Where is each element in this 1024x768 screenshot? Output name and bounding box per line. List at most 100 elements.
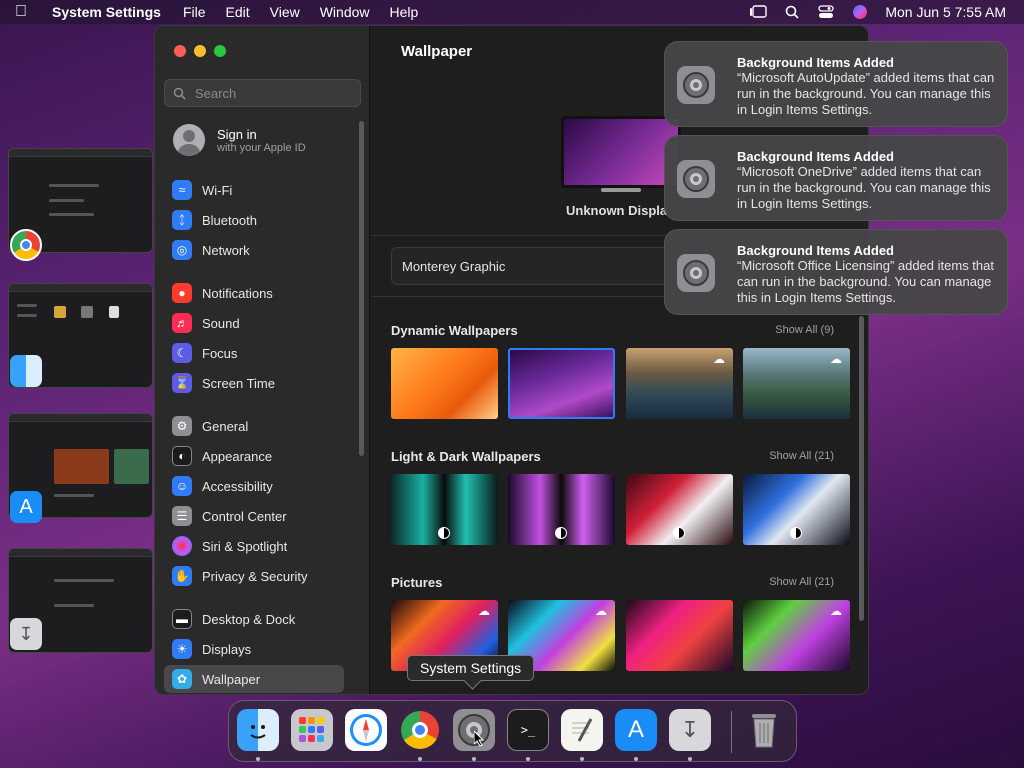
sidebar-item-accessibility[interactable]: ☺ Accessibility [164,472,344,500]
notification-banner[interactable]: Background Items Added “Microsoft OneDri… [664,135,1008,221]
moon-icon: ☾ [172,343,192,363]
notification-body: “Microsoft Office Licensing” added items… [737,258,994,305]
sidebar-item-screen-time[interactable]: ⌛ Screen Time [164,369,344,397]
sidebar-item-network[interactable]: ◎ Network [164,236,344,264]
terminal-icon[interactable]: >_ [507,709,549,751]
search-input[interactable]: Search [164,79,361,107]
content-scrollbar[interactable] [859,316,864,621]
menu-bar:  System Settings File Edit View Window … [0,0,1024,24]
app-store-icon[interactable]: A [615,709,657,751]
wallpaper-tile-catalina-day[interactable]: ☁ [626,348,733,419]
accessibility-icon: ☺ [172,476,192,496]
show-all-pictures[interactable]: Show All (21) [769,576,834,588]
zoom-button[interactable] [214,45,226,57]
running-indicator [256,757,260,761]
launchpad-icon[interactable] [291,709,333,751]
stage-manager-icon[interactable] [741,5,775,19]
bluetooth-icon: ᛨ [172,210,192,230]
speaker-icon: ♬ [172,313,192,333]
menu-file[interactable]: File [173,4,216,20]
wallpaper-select[interactable]: Monterey Graphic [391,247,691,285]
menu-window[interactable]: Window [310,4,380,20]
app-store-icon[interactable]: A [10,491,42,523]
gear-icon [677,160,715,198]
page-title: Wallpaper [401,43,473,60]
notification-title: Background Items Added [737,149,894,164]
menu-view[interactable]: View [260,4,310,20]
spotlight-search-icon[interactable] [775,5,809,19]
chrome-app-icon[interactable] [10,229,42,261]
globe-icon: ◎ [172,240,192,260]
display-preview [561,116,681,188]
running-indicator [472,757,476,761]
wallpaper-tile-catalina[interactable]: ☁ [743,348,850,419]
apple-id-signin[interactable]: Sign in with your Apple ID [173,124,306,156]
display-stand [601,188,641,192]
chrome-icon[interactable] [399,709,441,751]
sidebar-item-appearance[interactable]: ◐ Appearance [164,442,344,470]
sidebar-item-siri-spotlight[interactable]: Siri & Spotlight [164,532,344,560]
sidebar-item-label: Notifications [202,285,273,301]
section-title-pictures: Pictures [391,575,443,590]
sidebar-item-label: Focus [202,345,238,361]
notification-banner[interactable]: Background Items Added “Microsoft AutoUp… [664,41,1008,127]
close-button[interactable] [174,45,186,57]
running-indicator [580,757,584,761]
sidebar-item-wallpaper[interactable]: ✿ Wallpaper [164,665,344,693]
trash-icon[interactable] [743,709,785,751]
finder-app-icon[interactable] [10,355,42,387]
sidebar-item-label: Control Center [202,508,287,524]
show-all-dynamic[interactable]: Show All (9) [775,324,834,336]
sidebar-item-desktop-dock[interactable]: ▬ Desktop & Dock [164,605,344,633]
finder-icon[interactable] [237,709,279,751]
wallpaper-tile-mac-purple[interactable] [508,474,615,545]
menu-clock[interactable]: Mon Jun 5 7:55 AM [877,4,1024,20]
mouse-cursor [473,729,486,752]
sidebar-item-displays[interactable]: ☀ Displays [164,635,344,663]
wallpaper-tile-red-waves[interactable] [626,474,733,545]
textedit-icon[interactable] [561,709,603,751]
control-center-icon[interactable] [809,5,843,19]
apple-menu-icon[interactable]:  [0,3,42,21]
appearance-icon: ◐ [172,446,192,466]
sidebar-item-label: Privacy & Security [202,568,308,584]
minimize-button[interactable] [194,45,206,57]
sidebar-item-control-center[interactable]: ☰ Control Center [164,502,344,530]
sidebar-item-label: Wallpaper [202,671,261,687]
running-indicator [418,757,422,761]
sidebar-item-label: Sound [202,315,240,331]
sidebar-item-bluetooth[interactable]: ᛨ Bluetooth [164,206,344,234]
menu-help[interactable]: Help [380,4,429,20]
wallpaper-tile-mac-teal[interactable] [391,474,498,545]
wallpaper-tile-monterey[interactable] [508,348,615,419]
siri-icon [172,536,192,556]
wallpaper-tile-pic-3[interactable] [626,600,733,671]
sun-icon: ☀ [172,639,192,659]
sidebar-item-privacy-security[interactable]: ✋ Privacy & Security [164,562,344,590]
menu-edit[interactable]: Edit [216,4,260,20]
light-dark-icon [438,527,450,539]
notification-banner[interactable]: Background Items Added “Microsoft Office… [664,229,1008,315]
sidebar-scrollbar[interactable] [359,121,364,456]
wallpaper-tile-blue-waves[interactable] [743,474,850,545]
notification-body: “Microsoft AutoUpdate” added items that … [737,70,995,117]
siri-icon[interactable] [843,4,877,20]
show-all-light-dark[interactable]: Show All (21) [769,450,834,462]
running-indicator [634,757,638,761]
safari-icon[interactable] [345,709,387,751]
signin-subtitle: with your Apple ID [217,141,306,154]
sidebar-item-general[interactable]: ⚙ General [164,412,344,440]
installer-app-icon[interactable]: ↧ [10,618,42,650]
dock-separator [731,711,732,753]
sidebar-item-focus[interactable]: ☾ Focus [164,339,344,367]
wallpaper-tile-pic-4[interactable]: ☁ [743,600,850,671]
sidebar-item-wifi[interactable]: ≈ Wi-Fi [164,176,344,204]
menu-app-name[interactable]: System Settings [42,4,173,20]
sidebar-item-sound[interactable]: ♬ Sound [164,309,344,337]
sidebar-item-notifications[interactable]: ● Notifications [164,279,344,307]
sidebar-item-label: Wi-Fi [202,182,233,198]
gear-icon [677,254,715,292]
wallpaper-tile-ventura[interactable] [391,348,498,419]
cloud-download-icon: ☁ [713,352,725,366]
installer-icon[interactable]: ↧ [669,709,711,751]
